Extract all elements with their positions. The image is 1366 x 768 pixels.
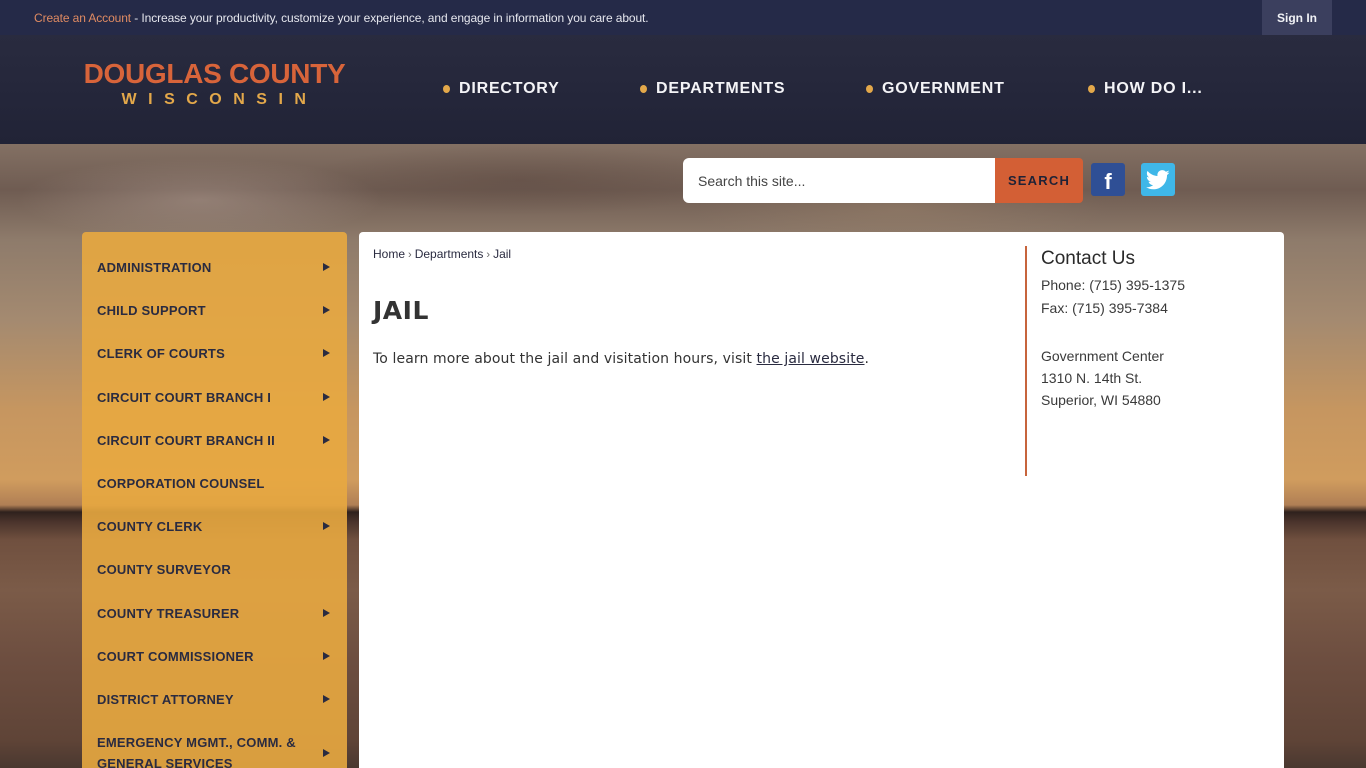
- sidebar-item-county-surveyor[interactable]: COUNTY SURVEYOR: [82, 558, 347, 580]
- bullet-icon: [443, 85, 450, 93]
- sidebar-item-label: COUNTY TREASURER: [97, 605, 240, 621]
- top-bar: Create an Account - Increase your produc…: [0, 0, 1366, 35]
- sidebar-item-county-treasurer[interactable]: COUNTY TREASURER: [82, 602, 347, 624]
- submenu-arrow-icon[interactable]: [323, 263, 330, 271]
- nav-label: DEPARTMENTS: [656, 80, 786, 97]
- submenu-arrow-icon[interactable]: [323, 436, 330, 444]
- breadcrumb-separator: ›: [408, 249, 412, 261]
- create-account-link[interactable]: Create an Account: [34, 11, 131, 25]
- breadcrumb-home[interactable]: Home: [373, 247, 405, 261]
- nav-government[interactable]: GOVERNMENT: [866, 80, 1005, 98]
- promo-text: - Increase your productivity, customize …: [131, 11, 649, 25]
- sidebar-item-circuit-court-branch-ii[interactable]: CIRCUIT COURT BRANCH II: [82, 429, 347, 451]
- sidebar-item-emergency-management[interactable]: EMERGENCY MGMT., COMM. & GENERAL SERVICE…: [82, 732, 347, 768]
- submenu-arrow-icon[interactable]: [323, 306, 330, 314]
- nav-directory[interactable]: DIRECTORY: [443, 80, 560, 98]
- breadcrumb-separator: ›: [486, 249, 491, 261]
- submenu-arrow-icon[interactable]: [323, 349, 330, 357]
- nav-label: HOW DO I...: [1104, 80, 1203, 97]
- body-text-before: To learn more about the jail and visitat…: [373, 351, 757, 367]
- address-line-2: 1310 N. 14th St.: [1041, 370, 1143, 386]
- twitter-icon: [1146, 169, 1170, 189]
- twitter-button[interactable]: [1141, 163, 1175, 196]
- page-title: JAIL: [373, 296, 429, 325]
- sidebar-item-label: DISTRICT ATTORNEY: [97, 691, 234, 707]
- page-body-text: To learn more about the jail and visitat…: [373, 351, 869, 367]
- sign-in-button[interactable]: Sign In: [1262, 0, 1332, 35]
- sidebar-item-label: CLERK OF COURTS: [97, 345, 225, 361]
- bullet-icon: [1088, 85, 1095, 93]
- bullet-icon: [866, 85, 873, 93]
- contact-heading: Contact Us: [1041, 248, 1135, 269]
- sidebar-item-district-attorney[interactable]: DISTRICT ATTORNEY: [82, 688, 347, 710]
- sidebar-item-label: ADMINISTRATION: [97, 259, 212, 275]
- breadcrumb: Home › Departments › Jail: [373, 247, 511, 261]
- contact-phone: Phone: (715) 395-1375: [1041, 277, 1185, 293]
- sidebar-item-label: CORPORATION COUNSEL: [97, 475, 265, 491]
- nav-label: GOVERNMENT: [882, 80, 1005, 97]
- jail-website-link[interactable]: the jail website: [757, 351, 865, 367]
- sidebar-item-administration[interactable]: ADMINISTRATION: [82, 256, 347, 278]
- sidebar-item-circuit-court-branch-i[interactable]: CIRCUIT COURT BRANCH I: [82, 386, 347, 408]
- site-search: SEARCH: [683, 158, 1083, 203]
- sidebar-item-label: CIRCUIT COURT BRANCH I: [97, 389, 272, 405]
- search-button[interactable]: SEARCH: [995, 158, 1083, 203]
- nav-how-do-i[interactable]: HOW DO I...: [1088, 80, 1203, 98]
- facebook-button[interactable]: f: [1091, 163, 1125, 196]
- sidebar-item-label: EMERGENCY MGMT., COMM. & GENERAL SERVICE…: [97, 735, 296, 768]
- submenu-arrow-icon[interactable]: [323, 695, 330, 703]
- sidebar-item-court-commissioner[interactable]: COURT COMMISSIONER: [82, 645, 347, 667]
- site-logo[interactable]: DOUGLAS COUNTY WISCONSIN: [82, 59, 347, 109]
- bullet-icon: [640, 85, 647, 93]
- sidebar-item-label: CHILD SUPPORT: [97, 302, 206, 318]
- contact-fax: Fax: (715) 395-7384: [1041, 300, 1168, 316]
- sidebar-item-corporation-counsel[interactable]: CORPORATION COUNSEL: [82, 472, 347, 494]
- sidebar-item-county-clerk[interactable]: COUNTY CLERK: [82, 515, 347, 537]
- address-line-3: Superior, WI 54880: [1041, 392, 1161, 408]
- body-text-after: .: [864, 351, 870, 367]
- site-header: DOUGLAS COUNTY WISCONSIN DIRECTORY DEPAR…: [0, 35, 1366, 144]
- department-sidebar: ADMINISTRATION CHILD SUPPORT CLERK OF CO…: [82, 232, 347, 768]
- sidebar-item-label: COUNTY SURVEYOR: [97, 561, 231, 577]
- main-content: Home › Departments › Jail JAIL To learn more…: [359, 232, 1284, 768]
- breadcrumb-current: Jail: [493, 247, 512, 261]
- search-input[interactable]: [683, 158, 995, 203]
- nav-label: DIRECTORY: [459, 80, 560, 97]
- submenu-arrow-icon[interactable]: [323, 522, 330, 530]
- logo-state-name: WISCONSIN: [121, 91, 318, 108]
- facebook-icon: f: [1104, 168, 1112, 194]
- submenu-arrow-icon[interactable]: [323, 652, 330, 660]
- sidebar-item-label: COURT COMMISSIONER: [97, 648, 254, 664]
- nav-departments[interactable]: DEPARTMENTS: [640, 80, 785, 98]
- sidebar-item-child-support[interactable]: CHILD SUPPORT: [82, 299, 347, 321]
- sidebar-item-clerk-of-courts[interactable]: CLERK OF COURTS: [82, 342, 347, 364]
- account-promo: Create an Account - Increase your produc…: [34, 11, 649, 25]
- breadcrumb-departments[interactable]: Departments: [415, 247, 484, 261]
- logo-county-name: DOUGLAS COUNTY: [83, 58, 346, 89]
- submenu-arrow-icon[interactable]: [323, 749, 330, 757]
- sidebar-item-label: CIRCUIT COURT BRANCH II: [97, 432, 275, 448]
- contact-us-panel: Contact Us Phone: (715) 395-1375 Fax: (7…: [1025, 246, 1265, 476]
- submenu-arrow-icon[interactable]: [323, 393, 330, 401]
- submenu-arrow-icon[interactable]: [323, 609, 330, 617]
- sidebar-item-label: COUNTY CLERK: [97, 518, 203, 534]
- address-line-1: Government Center: [1041, 348, 1164, 364]
- contact-address: Government Center 1310 N. 14th St. Super…: [1041, 345, 1265, 411]
